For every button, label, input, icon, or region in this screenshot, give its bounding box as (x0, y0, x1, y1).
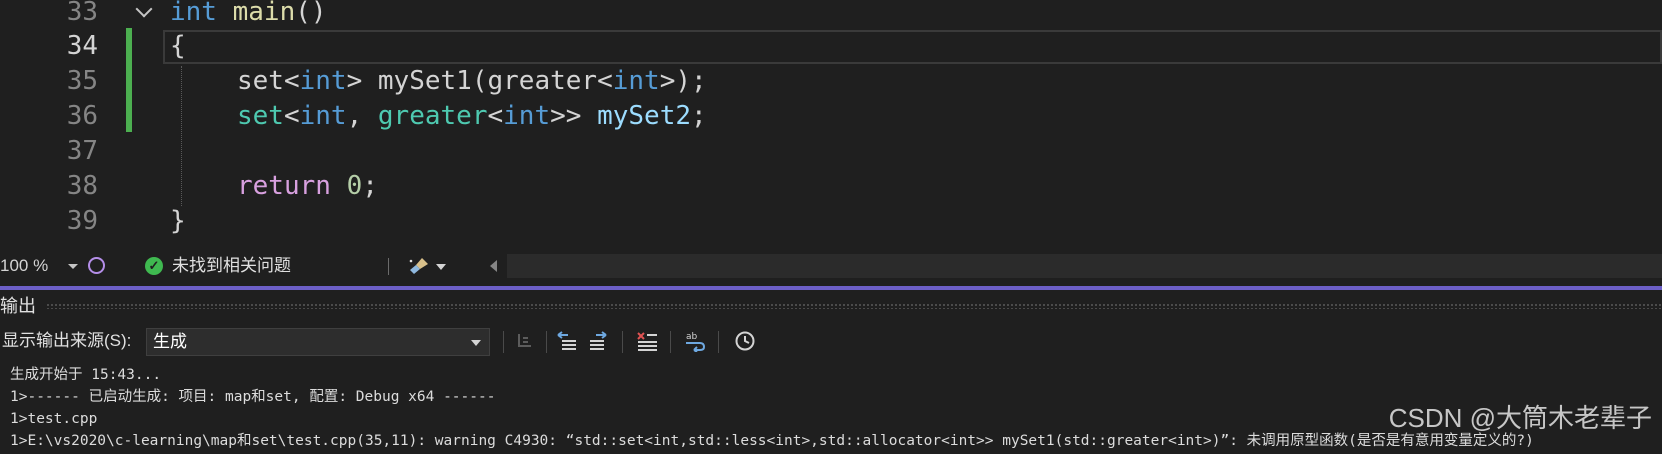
code-token: int (299, 101, 347, 131)
code-token: ( (471, 66, 488, 96)
output-source-value: 生成 (153, 332, 187, 351)
code-token: ; (362, 171, 378, 201)
code-line[interactable]: 34 { (0, 28, 1662, 65)
line-number: 34 (66, 31, 98, 61)
code-token: > (346, 66, 378, 96)
toggle-word-wrap-icon[interactable]: ab (684, 330, 706, 352)
code-text: return 0; (237, 168, 378, 205)
code-token: < (283, 101, 300, 131)
output-panel-header: 输出 (0, 290, 1662, 322)
zoom-value: 100 % (0, 256, 49, 275)
zoom-dropdown[interactable]: 100 % (0, 252, 86, 280)
intellicode-icon[interactable] (88, 257, 105, 274)
clear-all-icon[interactable] (636, 330, 658, 352)
code-token: greater (377, 101, 488, 131)
find-message-icon[interactable] (514, 330, 536, 352)
code-text: set<int, greater<int>> mySet2; (237, 98, 707, 135)
code-token: mySet2 (597, 101, 691, 131)
code-token: int (612, 66, 660, 96)
code-text: int main() (170, 0, 327, 31)
line-number: 36 (66, 101, 98, 131)
output-line: 1>E:\vs2020\c-learning\map和set\test.cpp(… (10, 433, 1534, 449)
output-line: 1>test.cpp (10, 411, 98, 427)
code-text: { (170, 28, 186, 65)
code-token: return (237, 171, 331, 201)
toolbar-divider (546, 331, 547, 353)
ide-window: 33 int main() 34 { 35 set<int> mySet1(gr… (0, 0, 1662, 454)
horizontal-scrollbar[interactable] (507, 254, 1662, 278)
code-line[interactable]: 33 int main() (0, 0, 1662, 31)
output-source-select[interactable]: 生成 (146, 328, 490, 356)
issues-status[interactable]: 未找到相关问题 (172, 252, 291, 280)
code-line[interactable]: 35 set<int> mySet1(greater<int>); (0, 63, 1662, 100)
code-token: < (283, 66, 300, 96)
chevron-down-icon[interactable] (436, 264, 446, 270)
line-number: 38 (66, 171, 98, 201)
code-token: () (295, 0, 327, 27)
clock-icon[interactable] (734, 330, 756, 352)
code-token: >> (550, 101, 598, 131)
code-cleanup-brush-icon[interactable] (408, 257, 430, 275)
code-token: int (299, 66, 347, 96)
output-panel-title: 输出 (0, 296, 36, 316)
line-number: 35 (66, 66, 98, 96)
csdn-watermark: CSDN @大筒木老辈子 (1388, 403, 1652, 433)
code-line[interactable]: 36 set<int, greater<int>> mySet2; (0, 98, 1662, 135)
code-token: { (170, 31, 186, 61)
code-token: ; (691, 101, 707, 131)
line-number: 37 (66, 136, 98, 166)
divider (388, 258, 389, 275)
code-line[interactable]: 39 } (0, 203, 1662, 240)
code-token: , (346, 101, 378, 131)
code-token: 0 (346, 171, 363, 201)
toolbar-divider (670, 331, 671, 353)
code-token: } (170, 206, 186, 236)
chevron-down-icon (471, 340, 481, 346)
code-token: set (237, 66, 284, 96)
collapse-chevron-icon[interactable] (135, 0, 153, 18)
code-line[interactable]: 37 (0, 133, 1662, 170)
toolbar-divider (718, 331, 719, 353)
chevron-down-icon (68, 264, 78, 269)
svg-text:ab: ab (686, 332, 698, 342)
code-text: } (170, 203, 186, 240)
output-toolbar: 显示输出来源(S): 生成 ab (0, 322, 1662, 360)
code-editor[interactable]: 33 int main() 34 { 35 set<int> mySet1(gr… (0, 0, 1662, 252)
toolbar-divider (622, 331, 623, 353)
line-number: 39 (66, 206, 98, 236)
scroll-left-arrow-icon[interactable] (490, 260, 497, 272)
line-number: 33 (66, 0, 98, 27)
output-source-label: 显示输出来源(S): (2, 331, 132, 350)
go-to-next-message-icon[interactable] (588, 330, 610, 352)
toolbar-divider (503, 331, 504, 353)
code-token: greater (487, 66, 598, 96)
output-line: 1>------ 已启动生成: 项目: map和set, 配置: Debug x… (10, 389, 496, 405)
go-to-previous-message-icon[interactable] (556, 330, 578, 352)
code-token: int (503, 101, 551, 131)
code-token: mySet1 (377, 66, 472, 96)
code-text: set<int> mySet1(greater<int>); (237, 63, 707, 100)
editor-status-strip: 100 % ✓ 未找到相关问题 (0, 252, 1662, 280)
code-token: int (170, 0, 217, 27)
code-line[interactable]: 38 return 0; (0, 168, 1662, 205)
code-token: set (237, 101, 284, 131)
code-token: < (597, 66, 613, 96)
code-token: < (487, 101, 504, 131)
output-line: 生成开始于 15:43... (10, 367, 162, 383)
check-circle-icon: ✓ (145, 257, 163, 275)
code-token: >); (659, 66, 707, 96)
drag-grip[interactable] (46, 303, 1662, 309)
code-token: main (216, 0, 296, 27)
